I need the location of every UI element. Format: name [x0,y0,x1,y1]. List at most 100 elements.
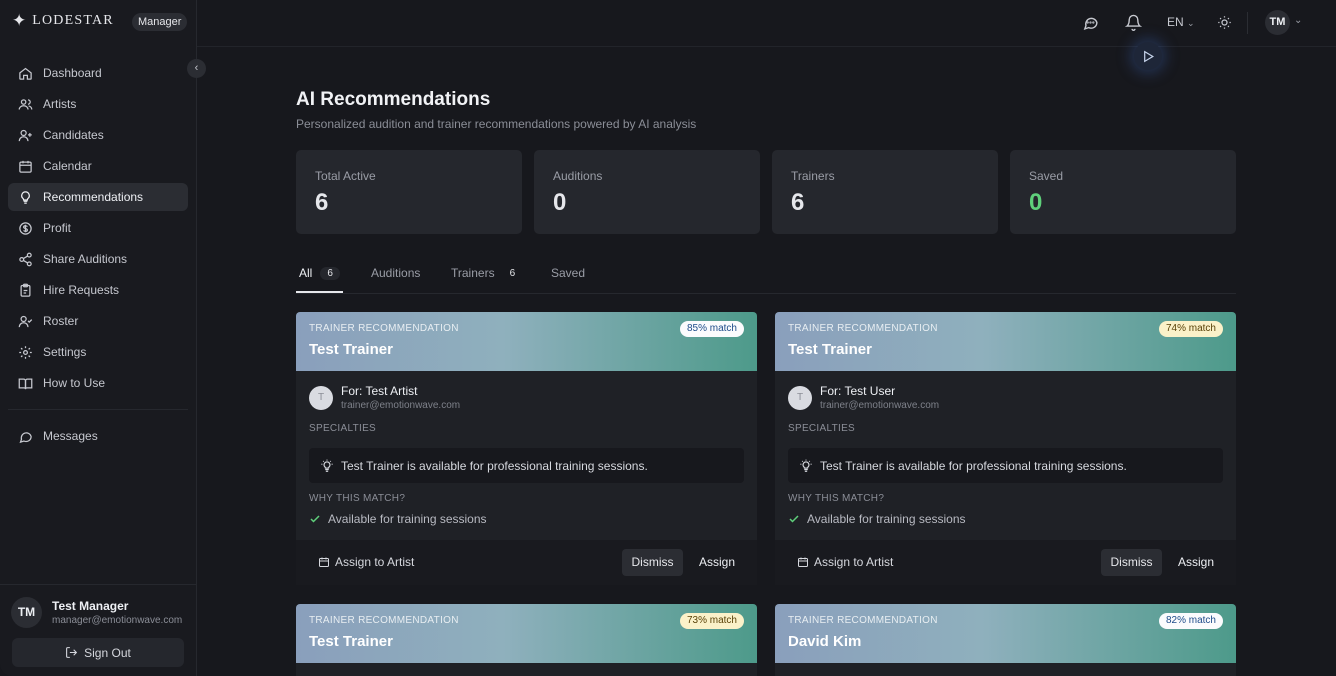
trainer-name: Test Trainer [788,341,872,358]
assign-to-artist-label: Assign to Artist [335,555,415,569]
stat-card-trainers: Trainers 6 [772,150,998,234]
sidebar-item-candidates[interactable]: Candidates [8,121,188,149]
user-check-icon [18,315,33,327]
recipient-row: T For: Test Artist trainer@emotionwave.c… [309,384,744,411]
sidebar: ✦ LODESTAR Manager Dashboard Artists Can… [0,0,197,676]
sun-icon[interactable] [1217,15,1232,30]
why-match-label: WHY THIS MATCH? [788,493,885,504]
tab-count: 6 [509,267,516,279]
nav-divider [8,409,188,410]
chevron-left-icon: ‹ [194,62,199,74]
sidebar-item-calendar[interactable]: Calendar [8,152,188,180]
language-selector[interactable]: EN ⌄ [1167,15,1195,29]
stat-value: 6 [315,189,329,216]
lightbulb-icon [800,459,812,472]
recipient-row: T For: Test User trainer@emotionwave.com [788,384,1223,411]
assign-button[interactable]: Assign [699,555,735,569]
sidebar-item-label: Share Auditions [43,252,128,266]
logo[interactable]: ✦ LODESTAR [12,12,114,30]
trainer-name: Test Trainer [309,341,393,358]
dismiss-button[interactable]: Dismiss [1101,549,1162,576]
recommendation-card: TRAINER RECOMMENDATION David Kim 82% mat… [775,604,1236,676]
tab-count: 6 [320,266,340,280]
specialties-label: SPECIALTIES [309,423,377,434]
tab-trainers[interactable]: Trainers 6 [451,266,522,280]
user-menu-avatar[interactable]: TM [1265,10,1290,35]
why-match-item: Available for training sessions [788,512,1223,526]
recommendation-card: TRAINER RECOMMENDATION Test Trainer 74% … [775,312,1236,540]
trainer-name: David Kim [788,633,862,650]
sidebar-item-how-to-use[interactable]: How to Use [8,369,188,397]
role-badge: Manager [132,13,188,31]
stat-card-saved: Saved 0 [1010,150,1236,234]
sidebar-item-label: Dashboard [43,66,102,80]
card-type: TRAINER RECOMMENDATION [788,323,938,334]
share-icon [19,252,32,266]
brand-name: LODESTAR [32,13,114,28]
book-icon [18,378,33,389]
current-user: TM Test Manager manager@emotionwave.com [11,597,182,628]
chevron-down-icon[interactable]: ⌄ [1294,15,1302,26]
sidebar-item-artists[interactable]: Artists [8,90,188,118]
recommendation-card: TRAINER RECOMMENDATION Test Trainer 73% … [296,604,757,676]
stat-label: Saved [1029,169,1064,183]
sidebar-item-label: Recommendations [43,190,144,204]
sidebar-item-recommendations[interactable]: Recommendations [8,183,188,211]
sidebar-item-label: Roster [43,314,79,328]
sidebar-item-messages[interactable]: Messages [8,422,188,450]
chat-icon[interactable] [1082,14,1099,31]
sidebar-item-roster[interactable]: Roster [8,307,188,335]
tab-label: Auditions [371,266,421,280]
assign-to-artist-label: Assign to Artist [814,555,894,569]
bell-icon[interactable] [1125,14,1142,31]
match-badge: 74% match [1158,321,1223,337]
language-label: EN [1167,15,1184,29]
stat-value: 6 [791,189,805,216]
tab-label: Saved [551,266,586,280]
assign-to-artist-button[interactable]: Assign to Artist [797,555,893,569]
sidebar-item-label: Profit [43,221,72,235]
sidebar-item-settings[interactable]: Settings [8,338,188,366]
dollar-circle-icon [19,221,32,235]
collapse-sidebar-button[interactable]: ‹ [187,59,206,78]
sign-out-button[interactable]: Sign Out [12,638,184,667]
match-badge: 85% match [679,321,744,337]
card-actions: Assign to Artist Dismiss Assign [296,540,757,585]
why-match-text: Available for training sessions [807,512,966,526]
card-type: TRAINER RECOMMENDATION [788,615,938,626]
specialty-text: Test Trainer is available for profession… [820,458,1127,473]
dismiss-button[interactable]: Dismiss [622,549,683,576]
card-actions: Assign to Artist Dismiss Assign [775,540,1236,585]
user-plus-icon [18,129,32,141]
avatar: TM [11,597,42,628]
sidebar-item-dashboard[interactable]: Dashboard [8,59,188,87]
assign-button[interactable]: Assign [1178,555,1214,569]
trainer-email: trainer@emotionwave.com [820,400,940,411]
calendar-icon [319,557,329,567]
assistant-button[interactable] [1134,42,1162,70]
tab-label: All [299,266,313,280]
specialties-label: SPECIALTIES [788,423,856,434]
tab-saved[interactable]: Saved [551,266,585,280]
sidebar-item-profit[interactable]: Profit [8,214,188,242]
assign-to-artist-button[interactable]: Assign to Artist [318,555,414,569]
sidebar-item-label: Hire Requests [43,283,120,297]
card-body: T For: Test User trainer@emotionwave.com… [775,371,1236,540]
tab-all[interactable]: All 6 [299,266,340,280]
page-title: AI Recommendations [296,89,491,110]
sidebar-item-label: Artists [43,97,77,111]
stat-value: 0 [1029,189,1043,216]
star-logo-icon: ✦ [12,11,27,30]
avatar: T [788,385,812,410]
logout-icon [66,647,78,658]
lightbulb-icon [321,459,333,472]
why-match-label: WHY THIS MATCH? [309,493,406,504]
recipient-name: For: Test User [820,384,896,398]
sidebar-item-hire-requests[interactable]: Hire Requests [8,276,188,304]
check-icon [789,515,799,523]
specialty-box: Test Trainer is available for profession… [788,448,1223,483]
sidebar-nav: Dashboard Artists Candidates Calendar Re… [8,59,188,453]
tab-auditions[interactable]: Auditions [371,266,420,280]
sidebar-item-share-auditions[interactable]: Share Auditions [8,245,188,273]
active-tab-indicator [296,291,343,293]
